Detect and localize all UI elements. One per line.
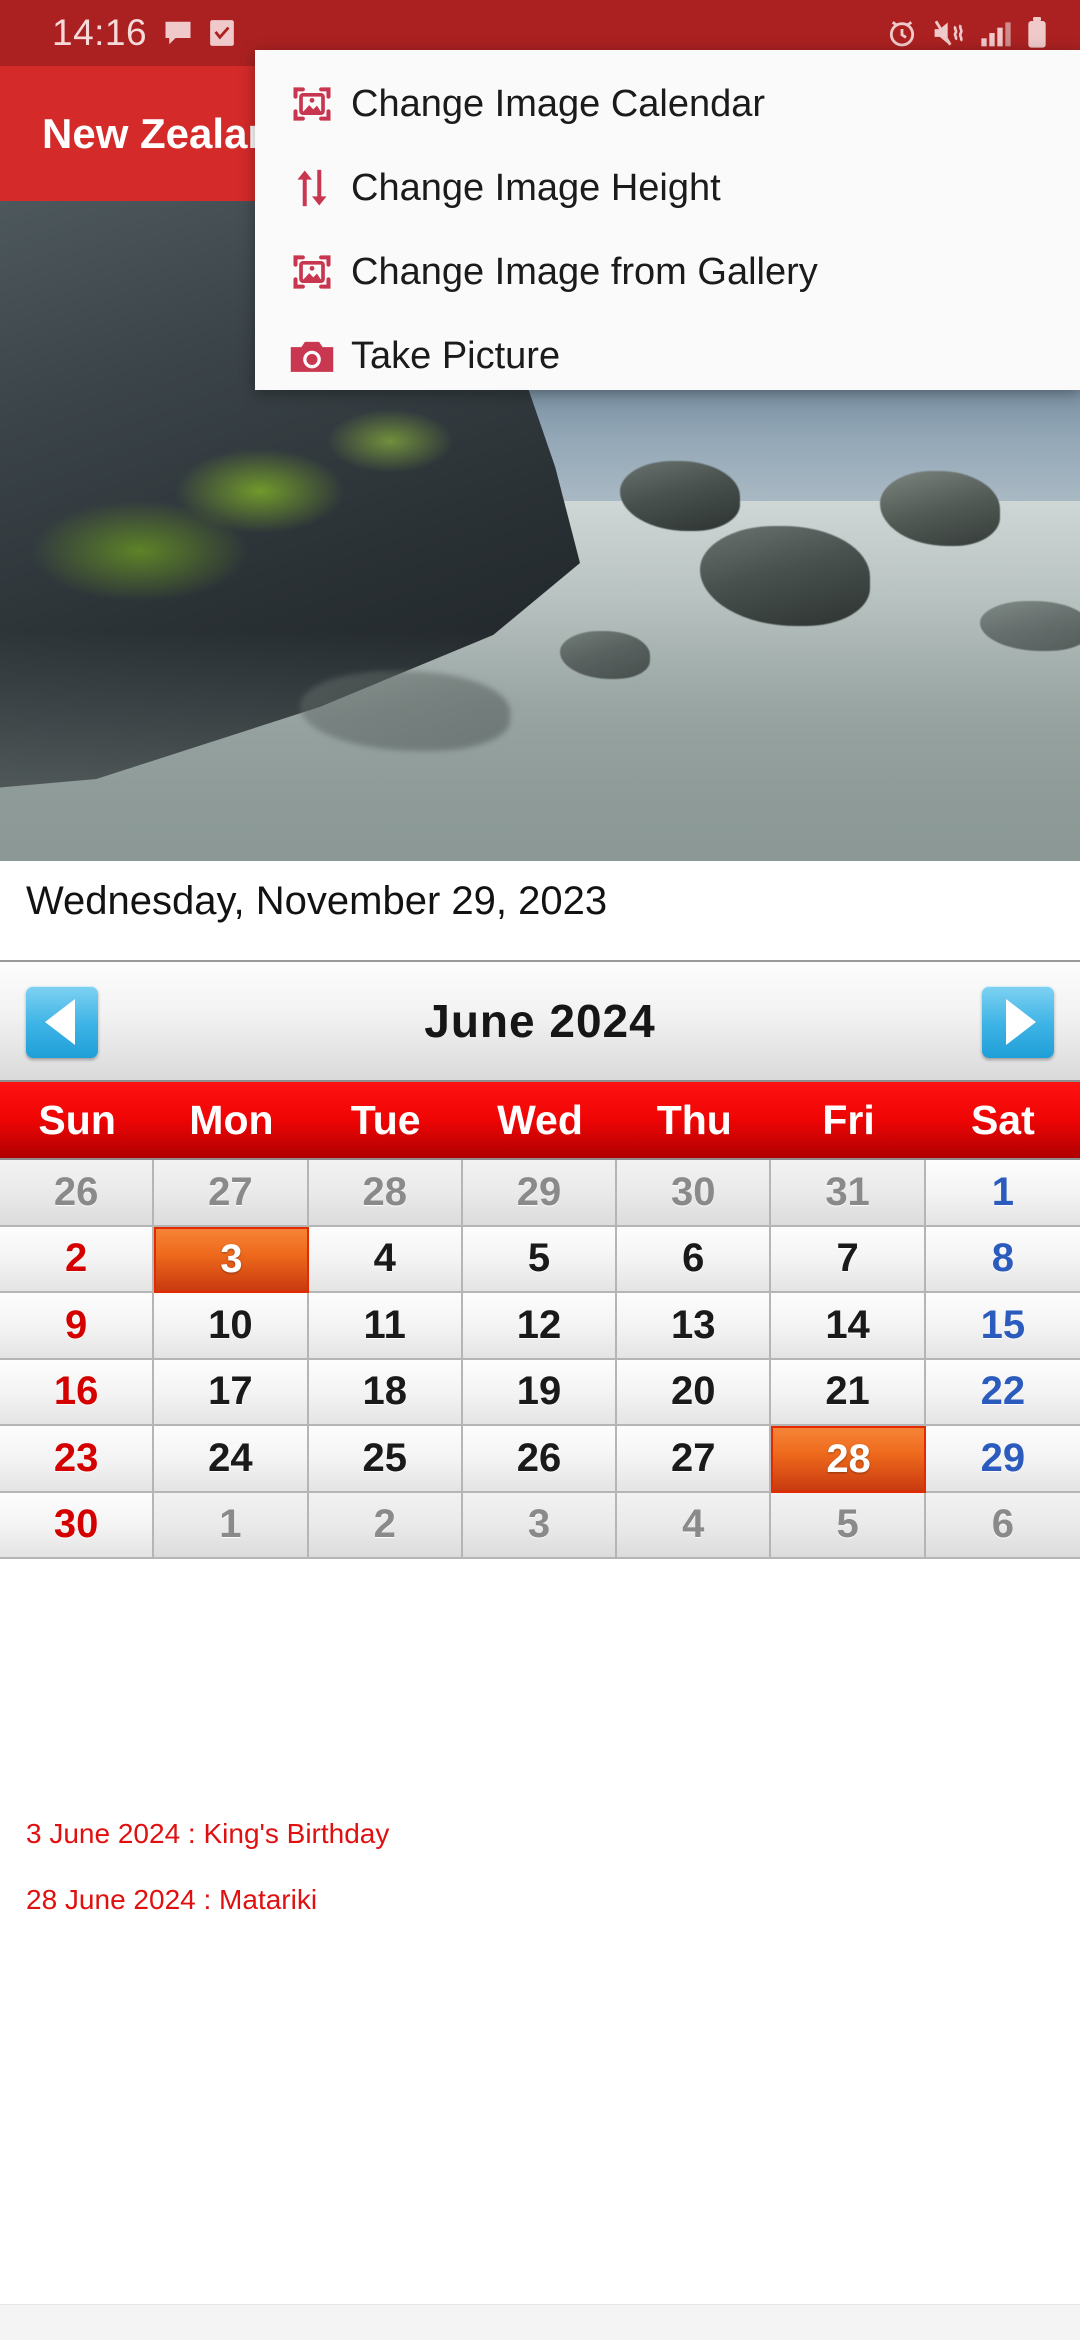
weekday-label-sat: Sat	[970, 1096, 1035, 1143]
signal-icon	[980, 18, 1012, 48]
calendar-widget: June 2024 Sun Mon Tue Wed Thu Fri Sat 26 27 28 29…	[0, 960, 1080, 1559]
calendar-week-row: 30 1 2 3 4 5 6	[0, 1492, 1080, 1559]
calendar-day-cell[interactable]: 15	[925, 1293, 1080, 1360]
chevron-left-icon	[44, 999, 75, 1045]
calendar-day-cell[interactable]: 1	[925, 1160, 1080, 1227]
calendar-day-cell[interactable]: 10	[154, 1293, 309, 1360]
calendar-day-cell[interactable]: 1	[154, 1492, 309, 1559]
calendar-day-cell[interactable]: 2	[0, 1226, 155, 1293]
weekday-label-sun: Sun	[38, 1096, 116, 1143]
calendar-day-cell[interactable]: 26	[0, 1160, 155, 1227]
calendar-day-cell[interactable]: 14	[771, 1293, 926, 1360]
menu-item-change-image-from-gallery[interactable]: Change Image from Gallery	[255, 230, 1080, 314]
photo-mist	[0, 631, 1080, 861]
holiday-item: 3 June 2024 : King's Birthday	[26, 1818, 390, 1849]
calendar-day-cell[interactable]: 18	[308, 1359, 463, 1426]
status-clock: 14:16	[52, 12, 148, 53]
calendar-day-cell[interactable]: 4	[308, 1226, 463, 1293]
calendar-week-row: 26 27 28 29 30 31 1	[0, 1160, 1080, 1227]
calendar-week-row: 9 10 11 12 13 14 15	[0, 1293, 1080, 1360]
menu-item-take-picture[interactable]: Take Picture	[255, 314, 1080, 398]
calendar-day-cell[interactable]: 23	[0, 1426, 155, 1493]
phone-screen: 14:16 New Zealand Change Image Calendar …	[0, 0, 1080, 2340]
battery-icon	[1026, 17, 1048, 49]
calendar-day-cell[interactable]: 27	[154, 1160, 309, 1227]
weekday-label-thu: Thu	[656, 1096, 732, 1143]
calendar-title: June 2024	[424, 995, 656, 1047]
calendar-day-cell[interactable]: 13	[617, 1293, 772, 1360]
calendar-day-cell[interactable]: 5	[462, 1226, 618, 1293]
weekday-label-mon: Mon	[189, 1096, 274, 1143]
menu-item-change-image-height[interactable]: Change Image Height	[255, 146, 1080, 230]
menu-item-label: Change Image from Gallery	[351, 250, 818, 293]
calendar-day-cell[interactable]: 28	[771, 1426, 926, 1493]
image-frame-icon	[273, 82, 351, 126]
holiday-list: 3 June 2024 : King's Birthday 28 June 202…	[0, 1800, 1080, 1952]
weekday-label-tue: Tue	[350, 1096, 421, 1143]
calendar-day-cell[interactable]: 11	[308, 1293, 463, 1360]
calendar-day-cell[interactable]: 30	[617, 1160, 772, 1227]
status-bar-right	[886, 17, 1048, 49]
calendar-day-cell[interactable]: 22	[925, 1359, 1080, 1426]
chevron-right-icon	[1005, 999, 1036, 1045]
next-month-button[interactable]	[982, 986, 1054, 1058]
weekday-label-fri: Fri	[822, 1096, 875, 1143]
alarm-icon	[886, 17, 918, 49]
checkbox-icon	[209, 19, 235, 47]
calendar-weekday-header: Sun Mon Tue Wed Thu Fri Sat	[0, 1082, 1080, 1160]
calendar-day-grid: 26 27 28 29 30 31 1 2 3 4 5 6 7 8 9 10 11 12 13 14 15 16 17 18 1…	[0, 1160, 1080, 1559]
calendar-day-cell[interactable]: 30	[0, 1492, 155, 1559]
calendar-day-cell[interactable]: 28	[308, 1160, 463, 1227]
calendar-day-cell[interactable]: 4	[617, 1492, 772, 1559]
calendar-week-row: 16 17 18 19 20 21 22	[0, 1359, 1080, 1426]
calendar-day-cell[interactable]: 3	[154, 1226, 309, 1293]
calendar-day-cell[interactable]: 20	[617, 1359, 772, 1426]
calendar-week-row: 23 24 25 26 27 28 29	[0, 1426, 1080, 1493]
calendar-day-cell[interactable]: 21	[771, 1359, 926, 1426]
calendar-day-cell[interactable]: 6	[925, 1492, 1080, 1559]
menu-item-change-image-calendar[interactable]: Change Image Calendar	[255, 62, 1080, 146]
mute-vibrate-icon	[932, 17, 966, 49]
calendar-day-cell[interactable]: 5	[771, 1492, 926, 1559]
overflow-menu[interactable]: Change Image Calendar Change Image Heigh…	[255, 50, 1080, 390]
previous-month-button[interactable]	[26, 986, 98, 1058]
menu-item-label: Change Image Calendar	[351, 82, 766, 125]
calendar-day-cell[interactable]: 8	[925, 1226, 1080, 1293]
calendar-day-cell[interactable]: 24	[154, 1426, 309, 1493]
holiday-item: 28 June 2024 : Matariki	[26, 1884, 318, 1915]
calendar-day-cell[interactable]: 6	[617, 1226, 772, 1293]
calendar-day-cell[interactable]: 27	[617, 1426, 772, 1493]
menu-item-label: Change Image Height	[351, 166, 721, 209]
system-navigation-bar	[0, 2304, 1080, 2340]
image-frame-icon	[273, 250, 351, 294]
calendar-day-cell[interactable]: 16	[0, 1359, 155, 1426]
calendar-week-row: 2345678	[0, 1226, 1080, 1293]
calendar-day-cell[interactable]: 3	[462, 1492, 618, 1559]
calendar-day-cell[interactable]: 29	[925, 1426, 1080, 1493]
calendar-day-cell[interactable]: 7	[771, 1226, 926, 1293]
calendar-day-cell[interactable]: 9	[0, 1293, 155, 1360]
weekday-label-wed: Wed	[497, 1096, 583, 1143]
selected-date-row: Wednesday, November 29, 2023	[0, 861, 1080, 941]
arrows-up-down-icon	[273, 166, 351, 210]
calendar-day-cell[interactable]: 31	[771, 1160, 926, 1227]
status-bar-left: 14:16	[52, 12, 235, 54]
calendar-day-cell[interactable]: 25	[308, 1426, 463, 1493]
calendar-day-cell[interactable]: 12	[462, 1293, 618, 1360]
message-icon	[163, 18, 193, 48]
calendar-day-cell[interactable]: 17	[154, 1359, 309, 1426]
calendar-day-cell[interactable]: 26	[462, 1426, 618, 1493]
camera-icon	[273, 336, 351, 376]
calendar-day-cell[interactable]: 2	[308, 1492, 463, 1559]
selected-date-text: Wednesday, November 29, 2023	[26, 878, 608, 923]
menu-item-label: Take Picture	[351, 334, 561, 377]
calendar-month-header: June 2024	[0, 962, 1080, 1082]
calendar-day-cell[interactable]: 19	[462, 1359, 618, 1426]
calendar-day-cell[interactable]: 29	[462, 1160, 618, 1227]
